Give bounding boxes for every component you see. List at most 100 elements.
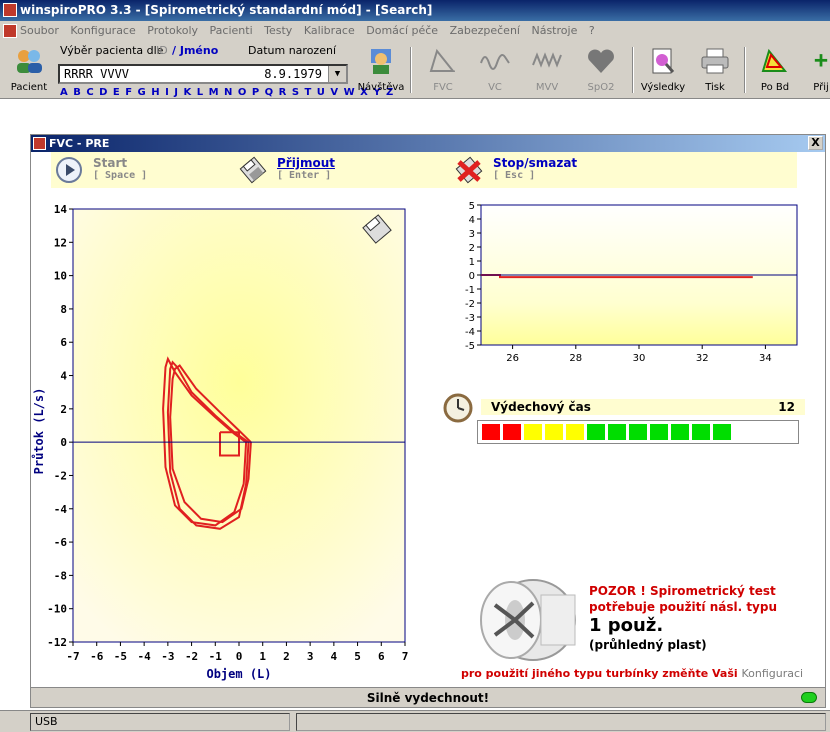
play-icon[interactable] (55, 156, 83, 184)
results-icon (652, 48, 675, 74)
x-tick-label: 30 (633, 353, 646, 364)
expiration-time-row: Výdechový čas 12 (443, 393, 805, 423)
menu-item-zabezpeceni[interactable]: Zabezpečení (450, 24, 520, 37)
app-logo-icon (33, 137, 46, 150)
x-tick-label: 4 (331, 650, 338, 663)
configuration-link[interactable]: Konfiguraci (742, 667, 804, 680)
menu-item-soubor[interactable]: Soubor (20, 24, 59, 37)
window-title-bar: winspiroPRO 3.3 - [Spirometrický standar… (0, 0, 830, 21)
toolbar-separator (632, 47, 634, 93)
menu-item-pacienti[interactable]: Pacienti (210, 24, 253, 37)
heart-icon (588, 49, 614, 73)
meter-cell (524, 424, 542, 440)
printer-icon (701, 48, 729, 74)
spo2-button[interactable]: SpO2 (576, 47, 626, 93)
y-tick-label: -5 (465, 341, 475, 352)
fvc-button[interactable]: FVC (418, 47, 468, 93)
alphabet-index[interactable]: A B C D E F G H I J K L M N O P Q R S T … (60, 87, 394, 98)
patient-name-value: RRRR VVVV (64, 67, 130, 81)
meter-cell (587, 424, 605, 440)
main-status-bar: USB (0, 710, 830, 732)
menu-bar: Soubor Konfigurace Protokoly Pacienti Te… (0, 21, 830, 41)
meter-cell (629, 424, 647, 440)
y-tick-label: 6 (60, 336, 67, 349)
turbine-warning: POZOR ! Spirometrický test potřebuje pou… (589, 583, 799, 653)
accept-hint: [ Enter ] (277, 170, 332, 181)
visit-button[interactable]: Návštěva (356, 47, 406, 93)
extra-button[interactable]: Přij (806, 47, 830, 93)
y-tick-label: 5 (469, 201, 475, 212)
fvc-label: FVC (433, 82, 453, 93)
vc-button[interactable]: VC (470, 47, 520, 93)
stop-button[interactable]: Stop/smazat [ Esc ] (493, 156, 577, 181)
menu-item-help[interactable]: ? (589, 24, 595, 37)
x-tick-label: 2 (283, 650, 290, 663)
menu-item-protokoly[interactable]: Protokoly (147, 24, 198, 37)
start-button[interactable]: Start [ Space ] (93, 156, 147, 181)
plus-icon (814, 54, 828, 67)
main-toolbar: Pacient Výběr pacienta dle ID / Jméno Da… (0, 41, 830, 99)
patients-icon (17, 50, 42, 73)
pobd-icon (761, 48, 788, 72)
app-logo-icon (3, 24, 17, 38)
results-label: Výsledky (640, 82, 686, 93)
select-by-name-option[interactable]: / Jméno (172, 44, 218, 57)
plot-area (72, 208, 406, 643)
status-message: Silně vydechnout! (366, 691, 490, 705)
accept-button[interactable]: Přijmout [ Enter ] (277, 156, 335, 181)
select-by-id-option[interactable]: ID (156, 44, 168, 57)
pobd-label: Po Bd (760, 82, 790, 93)
port-pane: USB (30, 713, 290, 731)
fvc-window-title: FVC - PRE (49, 137, 110, 150)
expiration-label: Výdechový čas (491, 400, 591, 414)
print-button[interactable]: Tisk (690, 47, 740, 93)
menu-item-kalibrace[interactable]: Kalibrace (304, 24, 355, 37)
x-tick-label: -2 (185, 650, 198, 663)
pobd-button[interactable]: Po Bd (750, 47, 800, 93)
menu-item-testy[interactable]: Testy (264, 24, 292, 37)
expiration-meter (477, 420, 799, 444)
mvv-label: MVV (535, 82, 559, 93)
turbine-image (480, 579, 576, 661)
patient-combo[interactable]: RRRR VVVV 8.9.1979 ▼ (58, 64, 348, 84)
menu-item-domaci-pece[interactable]: Domácí péče (366, 24, 438, 37)
patient-dob-value: 8.9.1979 (264, 67, 322, 81)
visit-label: Návštěva (357, 82, 405, 93)
y-tick-label: 10 (54, 270, 67, 283)
results-button[interactable]: Výsledky (638, 47, 688, 93)
meter-cell (713, 424, 731, 440)
turbine-note-text: pro použití jiného typu turbínky změňte … (461, 667, 738, 680)
meter-cell (692, 424, 710, 440)
y-tick-label: -2 (465, 299, 475, 310)
delete-x-icon[interactable] (455, 156, 483, 184)
vc-icon (480, 54, 510, 70)
x-tick-label: -3 (161, 650, 174, 663)
menu-item-konfigurace[interactable]: Konfigurace (70, 24, 135, 37)
x-tick-label: -4 (138, 650, 152, 663)
x-tick-label: 26 (506, 353, 519, 364)
y-tick-label: 3 (469, 229, 475, 240)
y-axis-label: Průtok (L/s) (32, 388, 46, 475)
meter-cell (566, 424, 584, 440)
y-tick-label: 2 (469, 243, 475, 254)
close-button[interactable]: X (808, 136, 823, 150)
extra-label: Přij (813, 82, 829, 93)
volume-time-chart: 26 28 30 32 34-5-4-3-2-1012345 (465, 201, 798, 364)
dob-label: Datum narození (248, 44, 336, 57)
floppy-disk-icon[interactable] (239, 156, 267, 184)
patient-label: Pacient (10, 82, 48, 93)
print-label: Tisk (705, 82, 725, 93)
x-tick-label: -6 (90, 650, 104, 663)
patient-button[interactable]: Pacient (4, 47, 54, 93)
mvv-icon (532, 52, 562, 68)
expiration-value: 12 (778, 400, 795, 414)
y-tick-label: 8 (60, 303, 67, 316)
y-tick-label: -8 (54, 569, 67, 582)
menu-item-nastroje[interactable]: Nástroje (531, 24, 577, 37)
x-tick-label: 6 (378, 650, 385, 663)
stop-hint: [ Esc ] (493, 170, 536, 181)
mvv-button[interactable]: MVV (522, 47, 572, 93)
chevron-down-icon[interactable]: ▼ (328, 66, 346, 82)
test-status-bar: Silně vydechnout! (31, 687, 825, 707)
x-tick-label: 7 (402, 650, 409, 663)
